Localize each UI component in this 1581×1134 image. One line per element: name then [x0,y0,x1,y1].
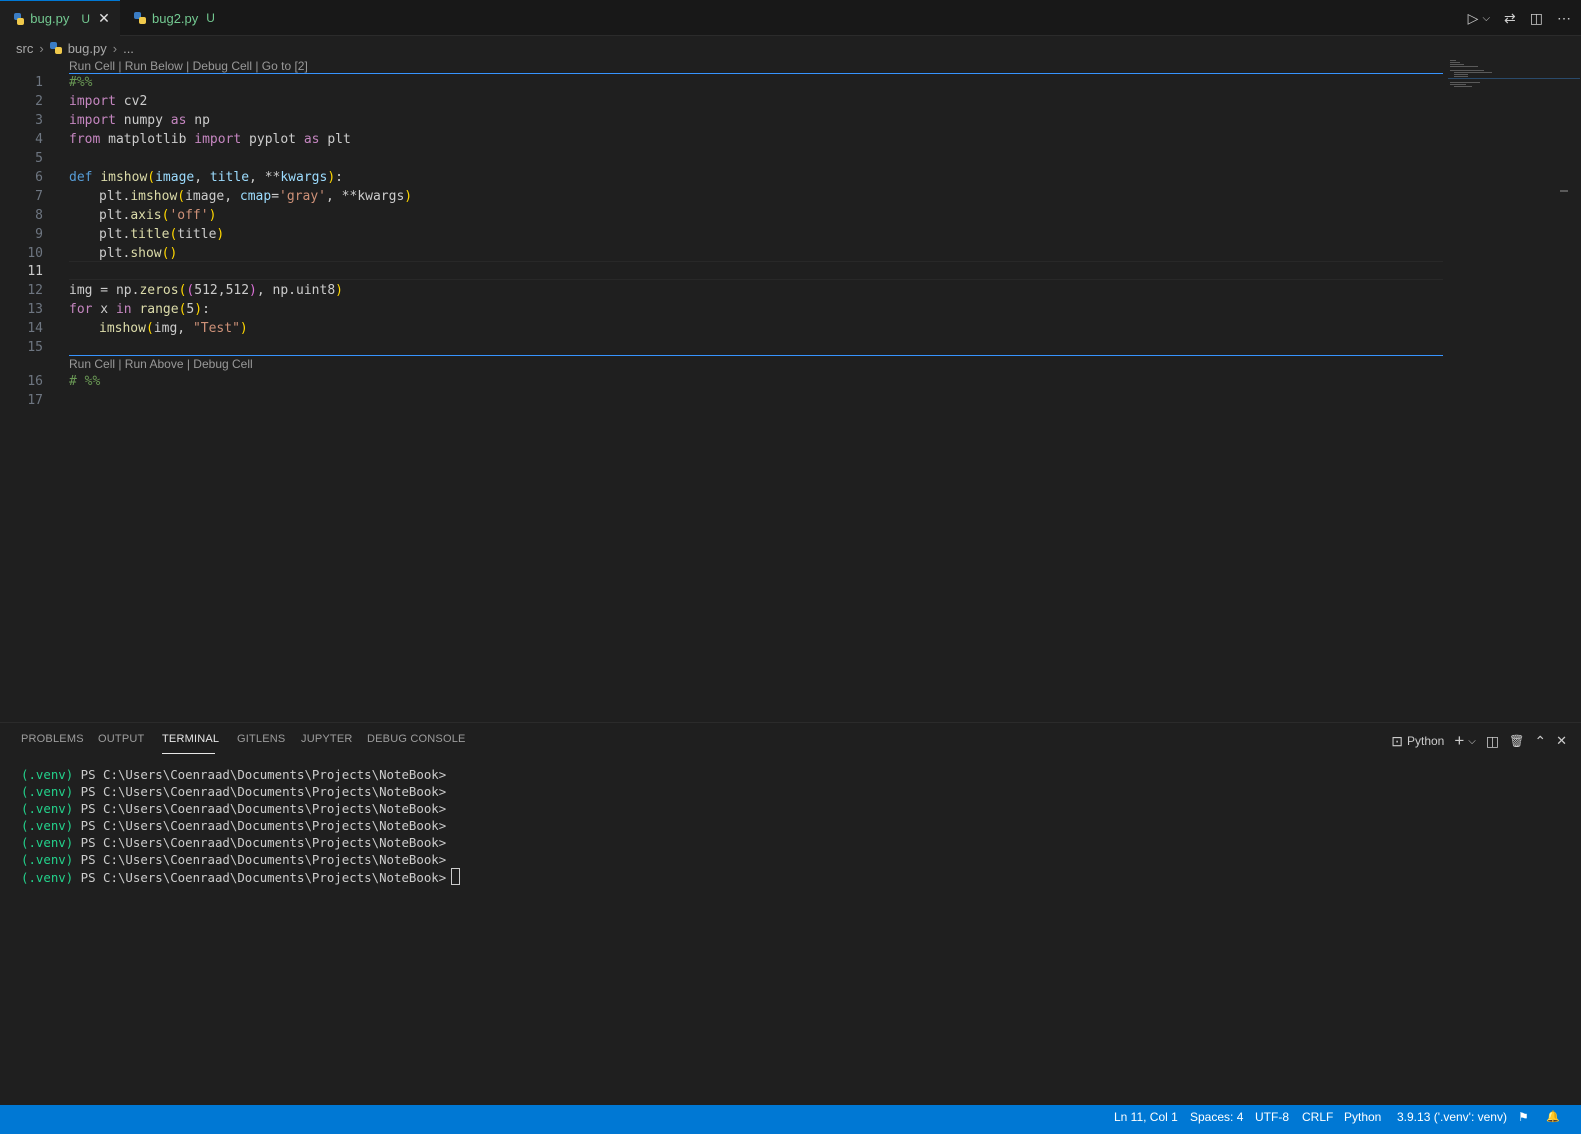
feedback-icon[interactable]: ⚑ [1518,1110,1529,1124]
tab-label: bug.py [30,11,70,26]
line-number: 16 [27,374,43,389]
line-number: 6 [35,170,43,185]
code-line[interactable]: plt.show() [99,244,177,263]
code-editor[interactable]: Run Cell | Run Below | Debug Cell | Go t… [0,58,1581,722]
code-line[interactable]: img = np.zeros((512,512), np.uint8) [69,281,343,300]
compare-changes-icon[interactable]: ⇄ [1504,10,1516,27]
code-line[interactable]: import cv2 [69,92,147,111]
code-line[interactable]: import numpy as np [69,111,210,130]
active-tab-indicator [162,753,215,754]
breadcrumb-folder[interactable]: src [16,41,33,56]
panel-actions: ⊡ Python + ⌵ ◫ 🗑 ⌃ ✕ [1391,731,1567,751]
python-file-icon [14,12,25,25]
status-bar: Ln 11, Col 1 Spaces: 4 UTF-8 CRLF Python… [0,1105,1581,1134]
encoding[interactable]: UTF-8 [1255,1110,1289,1124]
python-interpreter[interactable]: 3.9.13 ('.venv': venv) [1397,1110,1507,1124]
line-number: 4 [35,132,43,147]
line-ending[interactable]: CRLF [1302,1110,1333,1124]
tab-gitlens[interactable]: GITLENS [237,733,285,745]
tab-debug-console[interactable]: DEBUG CONSOLE [367,733,466,745]
line-number: 9 [35,227,43,242]
breadcrumb: src › bug.py › ... [16,38,134,58]
add-terminal-icon[interactable]: + [1454,731,1464,751]
chevron-right-icon: › [39,40,44,56]
terminal-line: (.venv) PS C:\Users\Coenraad\Documents\P… [21,818,447,833]
terminal-line: (.venv) PS C:\Users\Coenraad\Documents\P… [21,852,447,867]
untracked-badge: U [81,11,90,26]
code-line[interactable]: for x in range(5): [69,300,210,319]
line-number: 10 [27,246,43,261]
tab-bug2-py[interactable]: bug2.py U [120,0,238,36]
terminal-line: (.venv) PS C:\Users\Coenraad\Documents\P… [21,767,447,782]
trash-icon[interactable]: 🗑 [1509,734,1524,748]
tab-label: bug2.py [152,10,199,26]
run-icon[interactable]: ▷ [1468,10,1479,27]
line-number: 7 [35,189,43,204]
chevron-right-icon: › [112,40,118,56]
terminal-line: (.venv) PS C:\Users\Coenraad\Documents\P… [21,801,447,816]
line-number: 15 [27,340,43,355]
close-icon[interactable]: ✕ [98,10,110,27]
line-number: 1 [35,75,43,90]
line-number: 3 [35,113,43,128]
python-file-icon [134,12,146,24]
maximize-panel-icon[interactable]: ⌃ [1534,733,1546,750]
line-number: 14 [27,321,43,336]
code-line[interactable]: # %% [69,372,100,391]
terminal-profile[interactable]: Python [1407,734,1444,748]
split-editor-icon[interactable]: ◫ [1530,10,1543,27]
bottom-panel: PROBLEMS OUTPUT TERMINAL GITLENS JUPYTER… [0,722,1581,1106]
tab-bug-py[interactable]: bug.py U ✕ [0,0,120,36]
line-number: 12 [27,283,43,298]
code-line[interactable]: plt.imshow(image, cmap='gray', **kwargs) [99,187,412,206]
minimap[interactable] [1448,58,1580,98]
python-file-icon [49,42,62,54]
terminal-icon: ⊡ [1391,732,1403,749]
cell-separator [69,355,1443,356]
code-line[interactable]: from matplotlib import pyplot as plt [69,130,351,149]
terminal-line: (.venv) PS C:\Users\Coenraad\Documents\P… [21,835,447,850]
code-line[interactable]: imshow(img, "Test") [99,319,248,338]
close-panel-icon[interactable]: ✕ [1556,733,1567,749]
terminal-line: (.venv) PS C:\Users\Coenraad\Documents\P… [21,784,447,799]
codelens-bottom[interactable]: Run Cell | Run Above | Debug Cell [69,357,253,371]
tab-output[interactable]: OUTPUT [98,733,144,745]
chevron-down-icon[interactable]: ⌵ [1468,736,1476,747]
tab-jupyter[interactable]: JUPYTER [301,733,353,745]
code-line[interactable]: plt.axis('off') [99,206,216,225]
editor-tab-bar: bug.py U ✕ bug2.py U ▷ ⌵ ⇄ ◫ ⋯ [0,0,1581,36]
breadcrumb-symbol[interactable]: ... [123,41,134,56]
breadcrumb-file[interactable]: bug.py [68,41,107,56]
tab-terminal[interactable]: TERMINAL [162,733,219,745]
code-line[interactable]: plt.title(title) [99,225,224,244]
chevron-down-icon[interactable]: ⌵ [1482,13,1490,24]
language-mode[interactable]: Python [1344,1110,1381,1124]
indentation[interactable]: Spaces: 4 [1190,1110,1243,1124]
more-actions-icon[interactable]: ⋯ [1557,10,1571,27]
codelens-top[interactable]: Run Cell | Run Below | Debug Cell | Go t… [69,59,308,73]
terminal-input-line[interactable]: (.venv) PS C:\Users\Coenraad\Documents\P… [21,868,461,886]
line-number: 11 [27,264,43,279]
code-line[interactable]: #%% [69,73,92,92]
cell-separator [69,73,1443,74]
split-terminal-icon[interactable]: ◫ [1486,733,1499,750]
tab-problems[interactable]: PROBLEMS [21,733,84,745]
line-number: 17 [27,393,43,408]
scrollbar-indicator[interactable] [1560,190,1568,192]
current-line-highlight [69,261,1443,280]
line-number: 2 [35,94,43,109]
notifications-bell-icon[interactable]: 🔔 [1546,1110,1560,1123]
terminal-cursor [451,868,461,885]
untracked-badge: U [206,11,215,25]
cursor-position[interactable]: Ln 11, Col 1 [1114,1110,1178,1124]
line-number: 5 [35,151,43,166]
line-number: 8 [35,208,43,223]
code-line[interactable]: def imshow(image, title, **kwargs): [69,168,343,187]
line-number: 13 [27,302,43,317]
editor-actions: ▷ ⌵ ⇄ ◫ ⋯ [1468,0,1571,36]
